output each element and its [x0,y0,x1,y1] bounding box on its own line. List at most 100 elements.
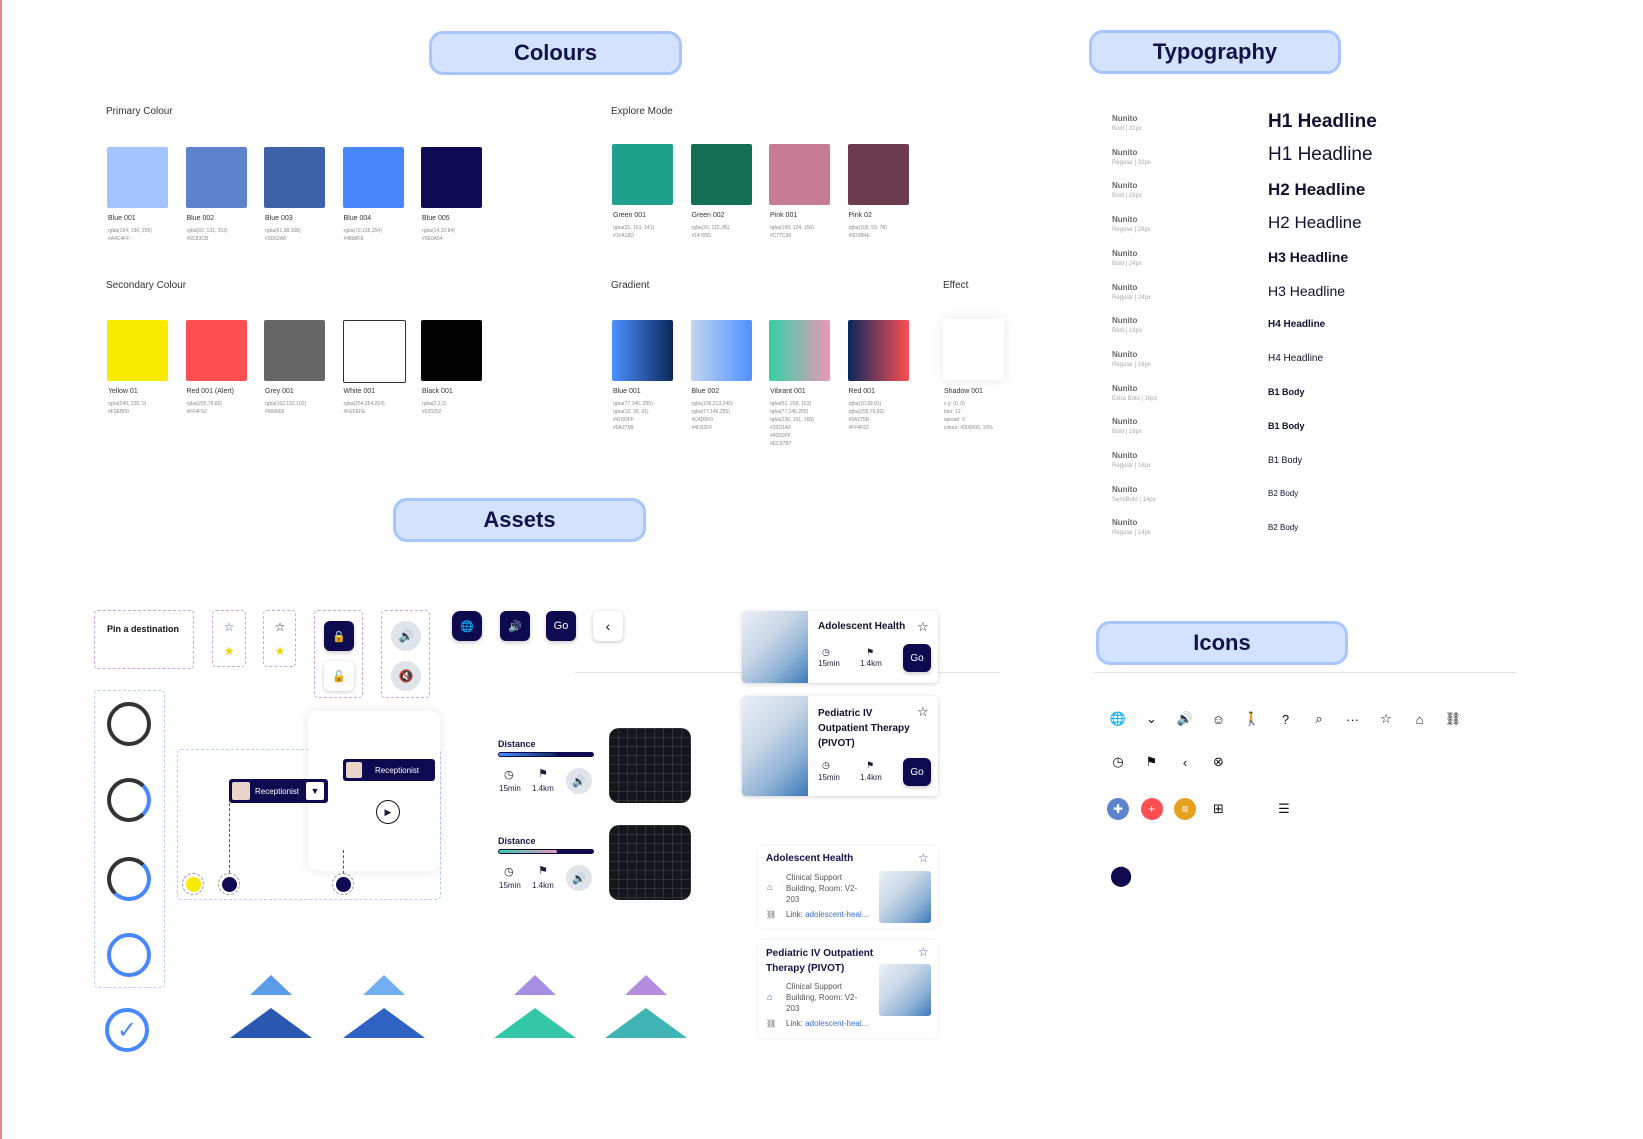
distance-label: 1.4km [532,784,554,793]
dropdown-icon[interactable]: ▼ [306,782,324,800]
type-sample: B2 Body [1268,522,1299,532]
sound-off-button[interactable]: 🔇 [391,661,421,691]
distance-progress [499,850,557,853]
info-card-title: Adolescent Health [766,853,854,864]
distance-widget: Distance ◷ 15min ⚑ 1.4km 🔊 [498,825,693,906]
go-button[interactable]: Go [546,611,576,641]
swatch-name: Pink 001 [770,212,798,219]
star-filled-icon[interactable]: ★ [221,643,237,659]
swatch-green-002 [690,144,752,205]
type-sample: B1 Body [1268,454,1303,465]
sound-button[interactable]: 🔊 [566,768,592,794]
distance-label: 1.4km [860,659,882,668]
back-button[interactable]: ‹ [593,611,623,641]
progress-complete-check-icon: ✓ [105,1008,149,1052]
swatch-rgba: rgba(61,98,168) [265,228,301,234]
swatch-meta: rgba(31, 161, 141) #1FA18D [613,224,654,240]
swatch-meta: rgba(20, 112, 85) #147055 [692,224,730,240]
star-icon[interactable]: ☆ [917,704,929,720]
swatch-rgba: rgba(249, 235, 0) [108,401,147,407]
play-icon[interactable]: ▶ [376,800,400,824]
clock-icon: ◷ [504,769,514,781]
type-font-name: Nunito [1112,383,1138,393]
close-circle-icon: ⊗ [1213,754,1224,769]
flag-icon: ⚑ [538,768,548,780]
type-font-name: Nunito [1112,417,1138,427]
sound-on-button[interactable]: 🔊 [391,621,421,651]
star-filled-icon[interactable]: ★ [272,643,288,659]
star-outline-icon[interactable]: ☆ [221,619,237,635]
pin-stem [229,803,230,873]
swatch-blue-005 [421,147,482,208]
info-card[interactable]: Pediatric IV Outpatient Therapy (PIVOT) … [758,940,938,1038]
swatch-blue-001 [107,147,168,208]
swatch-shadow-001 [943,319,1004,380]
progress-ring-frame [94,690,165,988]
swatch-hex: #1FA18D [613,233,634,239]
sound-toggle-frame: 🔊 🔇 [381,610,430,698]
swatch-rgba: rgba(255,79,82) [186,401,223,407]
pin-dot-yellow[interactable] [182,873,204,895]
swatch-hex: #4888FE [343,236,364,242]
swatch-meta: rgba(72,136,254) #4888FE [344,227,382,243]
swatch-name: Blue 003 [265,215,293,222]
lock-button[interactable]: 🔒 [324,621,354,651]
progress-ring-100 [107,933,151,977]
heading-icons: Icons [1096,621,1348,665]
swatch-blue-002 [690,320,752,381]
swatch-red-001-alert- [185,320,247,381]
distance-title: Distance [498,836,536,846]
effect-label: Effect [943,280,969,291]
type-weight-size: Bold | 32px [1112,126,1142,132]
waypoint-arrow-large-vibrant [605,1008,687,1038]
type-weight-size: SemiBold | 14px [1112,496,1156,503]
swatch-hex: #FEFEFE [343,409,366,415]
first-aid-badge-icon: + [1140,798,1163,820]
type-font-name: Nunito [1112,518,1138,528]
star-icon[interactable]: ☆ [917,619,929,635]
receptionist-tag-label: Receptionist [255,786,300,796]
info-card-link[interactable]: adolescent-heal... [805,1019,868,1028]
type-weight-size: Regular | 24px [1112,294,1151,301]
info-card[interactable]: Adolescent Health ☆ ⌂ Clinical Support B… [758,846,938,928]
type-weight-size: Regular | 14px [1112,530,1151,537]
swatch-rgba: rgba(109, 59, 78) [848,225,887,231]
unlock-button[interactable]: 🔓 [324,661,354,691]
pin-dot-navy[interactable] [332,873,354,895]
waypoint-arrow-large [230,1008,312,1038]
type-sample: H4 Headline [1268,352,1324,364]
volume-button[interactable]: 🔊 [500,611,530,641]
star-toggle-frame-2: ☆ ★ [263,610,296,667]
star-icon[interactable]: ☆ [918,945,929,959]
waypoint-arrow-large [343,1008,425,1038]
info-card-link[interactable]: adolescent-heal... [805,910,868,919]
info-card-photo [879,871,931,923]
type-weight-size: Bold | 24px [1112,260,1142,267]
type-sample: H3 Headline [1268,282,1346,299]
language-button[interactable]: 🌐 [452,611,482,641]
pin-dot-navy[interactable] [218,873,240,895]
star-icon[interactable]: ☆ [918,851,929,865]
swatch-meta: x,y: (0, 0) blur: 12 spread: 0 colour: #… [944,401,993,431]
star-outline-icon[interactable]: ☆ [272,619,288,635]
destination-card[interactable]: Adolescent Health ☆ ◷ 15min ⚑ 1.4km Go [742,611,938,683]
destination-card[interactable]: Pediatric IV Outpatient Therapy (PIVOT) … [742,696,938,796]
go-button[interactable]: Go [903,758,931,786]
progress-ring-25 [107,778,151,822]
type-weight-size: Bold | 18px [1112,328,1142,335]
info-card-location: Clinical Support Building, Room: V2-203 [786,873,858,904]
swatch-name: Blue 004 [343,215,372,222]
mini-map[interactable] [609,825,691,900]
type-sample: B2 Body [1268,489,1299,499]
distance-track [498,849,594,854]
swatch-meta: rgba(61,98,168) #3D62A8 [265,227,301,243]
mini-map[interactable] [609,728,691,803]
sound-button[interactable]: 🔊 [566,865,592,891]
swatch-hex: #F9EB00 [108,409,129,415]
swatch-name: Yellow 01 [108,388,138,395]
go-button[interactable]: Go [903,644,931,672]
destination-title: Adolescent Health [818,621,906,632]
secondary-colour-label: Secondary Colour [106,280,187,291]
swatch-name: Green 002 [691,212,725,219]
swatch-hex: #147055 [691,233,711,239]
